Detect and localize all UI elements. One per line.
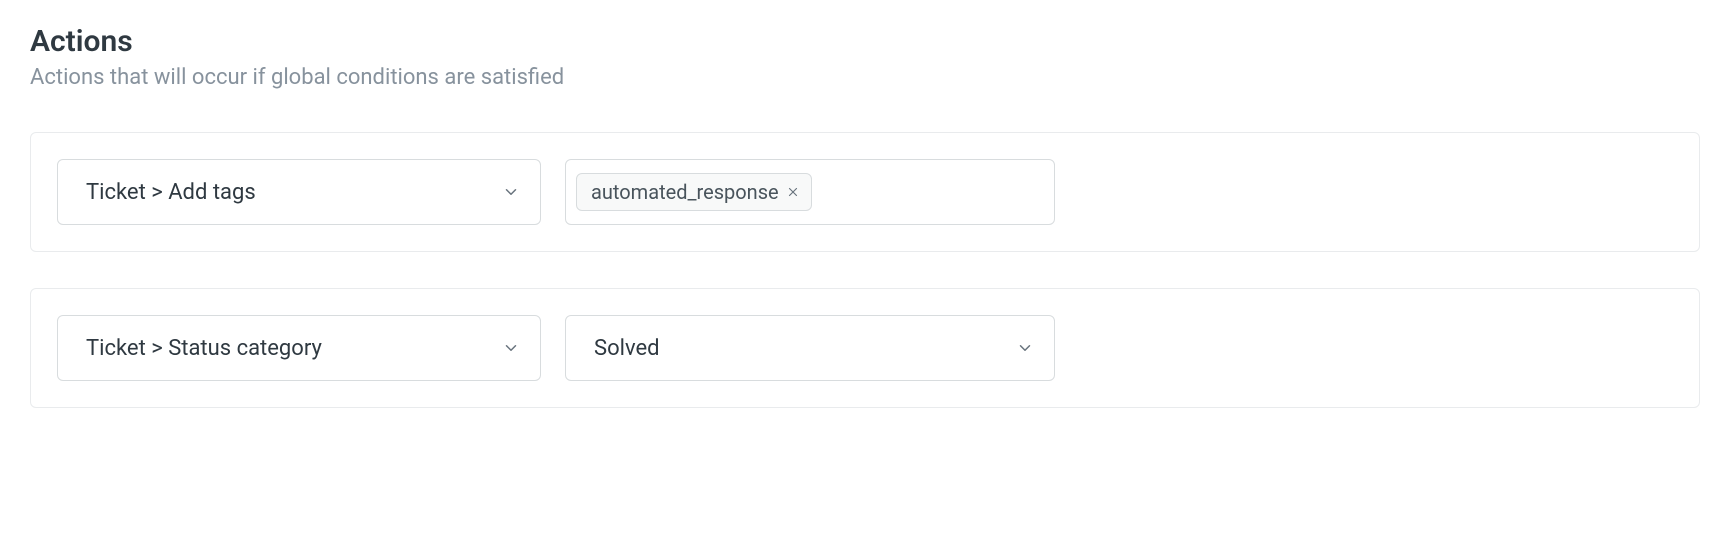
dropdown-selected-value: Ticket > Add tags <box>86 180 256 205</box>
dropdown-selected-value: Solved <box>594 336 660 361</box>
tag-chip-label: automated_response <box>591 180 779 204</box>
dropdown-selected-value: Ticket > Status category <box>86 336 322 361</box>
chevron-down-icon <box>502 183 520 201</box>
chevron-down-icon <box>502 339 520 357</box>
action-row: Ticket > Status category Solved <box>30 288 1700 408</box>
section-title: Actions <box>30 24 1700 59</box>
section-description: Actions that will occur if global condit… <box>30 65 1700 90</box>
action-type-dropdown[interactable]: Ticket > Add tags <box>57 159 541 225</box>
chevron-down-icon <box>1016 339 1034 357</box>
tag-remove-button[interactable] <box>785 184 801 200</box>
action-value-dropdown[interactable]: Solved <box>565 315 1055 381</box>
action-row: Ticket > Add tags automated_response <box>30 132 1700 252</box>
tags-input[interactable]: automated_response <box>565 159 1055 225</box>
action-type-dropdown[interactable]: Ticket > Status category <box>57 315 541 381</box>
tag-chip: automated_response <box>576 173 812 211</box>
